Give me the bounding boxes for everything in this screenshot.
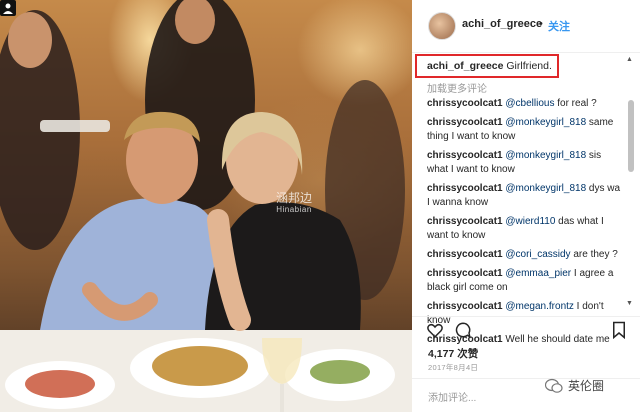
add-comment-input[interactable]: 添加评论...: [428, 389, 476, 404]
action-bar: [412, 316, 640, 343]
caption-username[interactable]: achi_of_greece: [427, 60, 503, 72]
avatar[interactable]: [428, 12, 456, 40]
multi-photo-icon: [0, 0, 16, 16]
comment-mention[interactable]: @emmaa_pier: [505, 268, 571, 279]
comment-mention[interactable]: @cori_cassidy: [505, 249, 570, 260]
comment-username[interactable]: chrissycoolcat1: [427, 183, 503, 194]
watermark-main: 涵邦边: [276, 191, 313, 205]
comment-text: are they ?: [570, 249, 618, 260]
caption-text: Girlfriend.: [506, 60, 552, 72]
comment: chrissycoolcat1 @wierd110 das what I wan…: [427, 215, 625, 243]
post-date: 2017年8月4日: [428, 363, 479, 372]
post-header: achi_of_greece • 关注: [412, 0, 640, 53]
load-more-comments[interactable]: 加载更多评论: [427, 80, 487, 95]
comment-username[interactable]: chrissycoolcat1: [427, 117, 503, 128]
comment-username[interactable]: chrissycoolcat1: [427, 216, 503, 227]
caption: achi_of_greece Girlfriend.: [427, 60, 552, 72]
comment: chrissycoolcat1 @cbellious for real ?: [427, 97, 625, 111]
comment-mention[interactable]: @megan.frontz: [505, 301, 574, 312]
comment: chrissycoolcat1 @emmaa_pier I agree a bl…: [427, 267, 625, 295]
comment-text: for real ?: [554, 98, 597, 109]
comments-scrollbar[interactable]: ▲ ▼: [626, 56, 636, 310]
like-count[interactable]: 4,177 次赞: [428, 346, 478, 361]
scroll-up-icon[interactable]: ▲: [626, 56, 633, 63]
photo-illustration: [0, 0, 412, 412]
comment: chrissycoolcat1 @monkeygirl_818 sis what…: [427, 149, 625, 177]
comment-icon[interactable]: [454, 321, 472, 339]
add-comment-bar: 添加评论...: [412, 378, 640, 413]
comment-username[interactable]: chrissycoolcat1: [427, 98, 503, 109]
comment-username[interactable]: chrissycoolcat1: [427, 150, 503, 161]
header-username[interactable]: achi_of_greece: [462, 18, 542, 30]
header-separator: •: [539, 18, 543, 30]
scroll-down-icon[interactable]: ▼: [626, 300, 633, 307]
watermark-sub: Hinabian: [276, 205, 312, 214]
watermark: 涵邦边 Hinabian: [276, 192, 312, 216]
comment-mention[interactable]: @monkeygirl_818: [505, 150, 586, 161]
post-photo[interactable]: 涵邦边 Hinabian: [0, 0, 412, 412]
comment-mention[interactable]: @monkeygirl_818: [505, 117, 586, 128]
follow-button[interactable]: 关注: [548, 18, 570, 34]
comment-mention[interactable]: @cbellious: [505, 98, 554, 109]
comment-username[interactable]: chrissycoolcat1: [427, 301, 503, 312]
comment-mention[interactable]: @wierd110: [505, 216, 555, 227]
comment-username[interactable]: chrissycoolcat1: [427, 249, 503, 260]
comment-mention[interactable]: @monkeygirl_818: [505, 183, 586, 194]
comment: chrissycoolcat1 @monkeygirl_818 dys wa I…: [427, 182, 625, 210]
comment: chrissycoolcat1 @cori_cassidy are they ?: [427, 248, 625, 262]
comment-list: chrissycoolcat1 @cbellious for real ? ch…: [427, 97, 625, 352]
scrollbar-thumb[interactable]: [628, 100, 634, 172]
comment: chrissycoolcat1 @monkeygirl_818 same thi…: [427, 116, 625, 144]
bookmark-icon[interactable]: [610, 321, 628, 339]
wechat-icon: [545, 378, 563, 393]
heart-icon[interactable]: [426, 321, 444, 339]
brand-watermark: 英伦圈: [568, 379, 605, 393]
comment-username[interactable]: chrissycoolcat1: [427, 268, 503, 279]
